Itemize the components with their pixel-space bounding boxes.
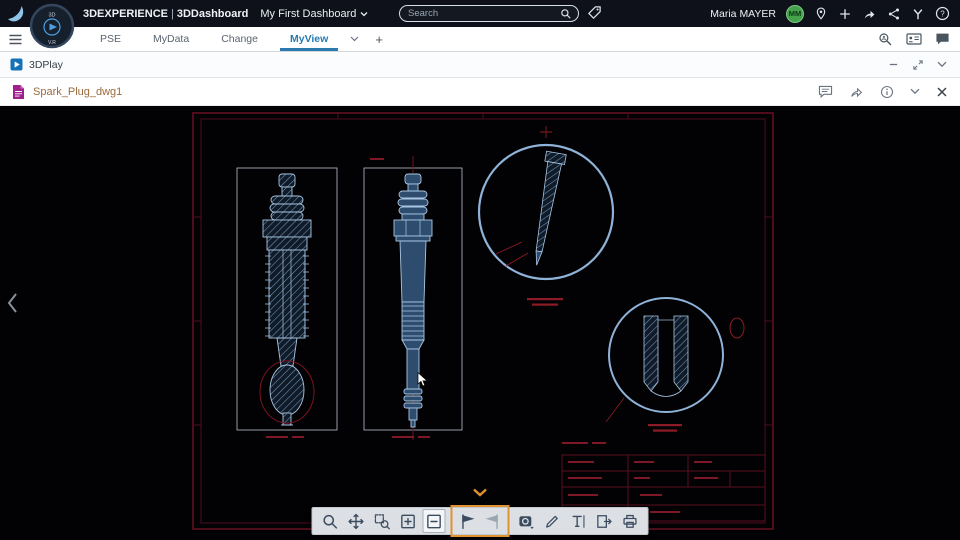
add-content-icon[interactable] xyxy=(838,7,852,21)
more-chevron-icon[interactable] xyxy=(910,88,920,95)
search-members-icon[interactable] xyxy=(878,32,893,47)
search-icon[interactable] xyxy=(560,8,572,20)
highlighted-tool-group xyxy=(450,505,510,537)
widget-header: 3DPlay xyxy=(0,52,960,78)
global-search xyxy=(399,5,579,22)
chevron-down-icon xyxy=(360,11,368,16)
minimize-icon[interactable] xyxy=(888,59,899,71)
user-name[interactable]: Maria MAYER xyxy=(710,8,776,20)
tab-change[interactable]: Change xyxy=(205,27,274,51)
maximize-icon[interactable] xyxy=(912,59,924,71)
share-icon[interactable] xyxy=(849,85,864,99)
spark-plug-drawing xyxy=(192,112,774,530)
hamburger-menu-icon[interactable] xyxy=(9,34,22,45)
pan-tool-button[interactable] xyxy=(345,509,368,533)
zoom-out-button[interactable] xyxy=(422,509,446,533)
dashboard-selector[interactable]: My First Dashboard xyxy=(260,8,368,20)
share-forward-icon[interactable] xyxy=(862,7,877,21)
share-nodes-icon[interactable] xyxy=(887,7,901,21)
dashboard-name: My First Dashboard xyxy=(260,7,357,20)
search-input[interactable] xyxy=(400,8,560,19)
spark-plug-side-view xyxy=(393,156,433,440)
compass-logo[interactable]: 3D V.R xyxy=(29,3,75,49)
document-controls xyxy=(818,85,960,99)
highlight-chevron-icon xyxy=(472,488,488,497)
draw-pencil-button[interactable] xyxy=(541,509,564,533)
zoom-window-tool-button[interactable] xyxy=(371,509,394,533)
viewer-toolbar xyxy=(311,505,649,537)
user-avatar[interactable]: MM xyxy=(786,4,804,23)
previous-sheet-button[interactable] xyxy=(456,509,479,533)
dashboard-tab-bar: PSE MyData Change MyView + xyxy=(0,27,960,52)
add-tab-button[interactable]: + xyxy=(365,27,393,51)
tab-pse[interactable]: PSE xyxy=(84,27,137,51)
platform-brand: 3DEXPERIENCE | 3DDashboard xyxy=(83,8,248,20)
widget-title: 3DPlay xyxy=(29,58,63,71)
chat-bubble-icon[interactable] xyxy=(935,32,950,47)
svg-text:3D: 3D xyxy=(48,13,55,19)
zoom-tool-button[interactable] xyxy=(319,509,342,533)
tabbar-right-icons xyxy=(878,32,960,47)
3ds-logo-icon[interactable] xyxy=(5,3,29,24)
next-sheet-button[interactable] xyxy=(482,509,505,533)
top-bar: 3D V.R 3DEXPERIENCE | 3DDashboard My First… xyxy=(0,0,960,49)
render-options-button[interactable] xyxy=(515,509,538,533)
document-header: Spark_Plug_dwg1 xyxy=(0,78,960,106)
document-title: Spark_Plug_dwg1 xyxy=(33,85,123,98)
export-2d-button[interactable] xyxy=(593,509,616,533)
tab-options-chevron-icon[interactable] xyxy=(344,27,365,51)
text-tool-button[interactable] xyxy=(567,509,590,533)
close-icon[interactable] xyxy=(936,86,948,98)
tab-myview[interactable]: MyView xyxy=(274,27,344,51)
brand-3dexperience: 3DEXPERIENCE xyxy=(83,7,168,20)
brand-separator: | xyxy=(170,7,174,20)
widget-menu-chevron-icon[interactable] xyxy=(937,59,947,71)
detail-view-electrode xyxy=(477,126,615,306)
zoom-in-button[interactable] xyxy=(397,509,420,533)
tab-mydata[interactable]: MyData xyxy=(137,27,205,51)
print-button[interactable] xyxy=(619,509,642,533)
svg-text:?: ? xyxy=(940,9,945,18)
panel-expand-chevron-icon[interactable] xyxy=(6,292,19,314)
3dplay-app-icon xyxy=(10,58,23,71)
tag-icon[interactable] xyxy=(587,5,602,20)
help-icon[interactable]: ? xyxy=(935,6,950,21)
svg-text:V.R: V.R xyxy=(48,40,56,46)
community-icon[interactable] xyxy=(911,7,925,21)
brand-app-name: 3DDashboard xyxy=(176,7,249,20)
detail-view-insulator xyxy=(605,297,745,432)
spark-plug-section-view xyxy=(262,173,312,426)
3d-drawing-canvas[interactable] xyxy=(0,106,960,540)
widget-controls xyxy=(888,59,960,71)
comments-icon[interactable] xyxy=(818,85,833,98)
drawing-document-icon xyxy=(12,84,25,100)
location-pin-icon[interactable] xyxy=(814,6,828,21)
info-icon[interactable] xyxy=(880,85,894,99)
topbar-right-cluster: Maria MAYER MM ? xyxy=(710,4,960,23)
contact-card-icon[interactable] xyxy=(906,32,922,47)
tab-list: PSE MyData Change MyView + xyxy=(84,27,393,51)
